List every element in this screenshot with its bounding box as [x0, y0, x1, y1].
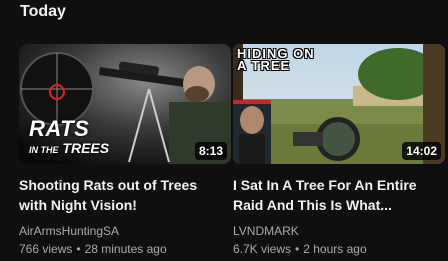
video-metadata: 6.7K views • 2 hours ago [233, 241, 445, 257]
video-card[interactable]: HIDING ON A TREE 14:02 I Sat In A Tree F… [233, 44, 445, 257]
thumbnail-caption: RATS [29, 116, 90, 141]
thumbnail-caption: A TREE [237, 58, 291, 73]
video-thumbnail[interactable]: HIDING ON A TREE 14:02 [233, 44, 445, 164]
channel-name[interactable]: AirArmsHuntingSA [19, 223, 231, 239]
thumbnail-caption-trees: TREES [62, 140, 110, 156]
thumbnail-caption-sub: IN THE TREES [29, 140, 109, 156]
separator-dot: • [76, 242, 81, 256]
channel-name[interactable]: LVNDMARK [233, 223, 445, 239]
video-thumbnail[interactable]: RATS IN THE TREES 8:13 [19, 44, 231, 164]
view-count: 6.7K views [233, 242, 292, 256]
video-metadata: 766 views • 28 minutes ago [19, 241, 231, 257]
upload-age: 2 hours ago [303, 242, 367, 256]
section-title: Today [20, 3, 66, 20]
upload-age: 28 minutes ago [84, 242, 167, 256]
duration-badge: 14:02 [402, 142, 441, 160]
video-title-line: I Sat In A Tree For An Entire [233, 177, 417, 193]
video-title-line: Raid And This Is What... [233, 197, 392, 213]
view-count: 766 views [19, 242, 73, 256]
video-title-line: with Night Vision! [19, 197, 137, 213]
duration-badge: 8:13 [194, 142, 227, 160]
video-card[interactable]: RATS IN THE TREES 8:13 Shooting Rats out… [19, 44, 231, 257]
separator-dot: • [295, 242, 300, 256]
thumbnail-caption-small: IN THE [29, 145, 59, 155]
video-title-line: Shooting Rats out of Trees [19, 177, 198, 193]
video-title[interactable]: I Sat In A Tree For An Entire Raid And T… [233, 175, 438, 215]
video-title[interactable]: Shooting Rats out of Trees with Night Vi… [19, 175, 224, 215]
